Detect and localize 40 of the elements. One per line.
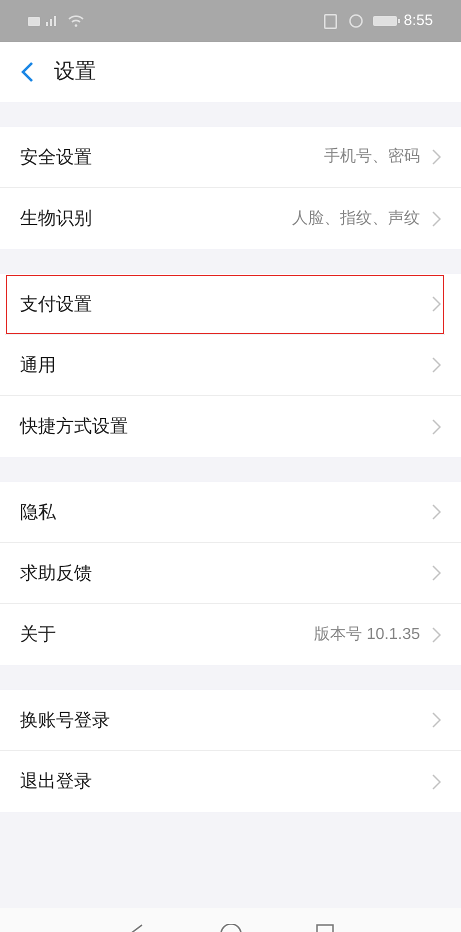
wifi-icon (68, 15, 84, 27)
status-time: 8:55 (404, 10, 433, 31)
chevron-right-icon (432, 357, 441, 373)
row-label: 生物识别 (20, 207, 92, 230)
chevron-right-icon (432, 504, 441, 520)
row-value: 手机号、密码 (324, 146, 420, 167)
row-label: 求助反馈 (20, 562, 92, 584)
chevron-right-icon (432, 565, 441, 581)
settings-row[interactable]: 快捷方式设置 (0, 396, 461, 457)
settings-row[interactable]: 通用 (0, 335, 461, 396)
settings-row[interactable]: 退出登录 (0, 751, 461, 812)
chevron-right-icon (432, 774, 441, 790)
chevron-right-icon (432, 712, 441, 728)
chevron-right-icon (432, 418, 441, 434)
settings-row[interactable]: 安全设置 手机号、密码 (0, 127, 461, 188)
signal-icon (46, 16, 56, 26)
chevron-right-icon (432, 149, 441, 165)
settings-row[interactable]: 支付设置 (5, 274, 445, 335)
row-label: 关于 (20, 623, 56, 646)
row-label: 通用 (20, 354, 56, 376)
settings-row[interactable]: 关于 版本号 10.1.35 (0, 604, 461, 665)
settings-row[interactable]: 求助反馈 (0, 543, 461, 604)
battery-icon (372, 16, 400, 26)
chevron-right-icon (432, 210, 441, 226)
row-label: 支付设置 (20, 292, 92, 316)
row-label: 安全设置 (20, 146, 92, 168)
row-label: 换账号登录 (20, 708, 110, 732)
recents-icon[interactable] (314, 924, 334, 932)
row-label: 快捷方式设置 (20, 415, 128, 438)
settings-row[interactable]: 换账号登录 (0, 690, 461, 751)
settings-row[interactable]: 隐私 (0, 482, 461, 543)
row-value: 版本号 10.1.35 (314, 624, 420, 644)
row-value: 人脸、指纹、声纹 (292, 208, 420, 228)
row-label: 退出登录 (20, 770, 92, 793)
chevron-right-icon (432, 296, 441, 312)
page-title: 设置 (54, 59, 96, 86)
chevron-right-icon (432, 626, 441, 642)
home-icon[interactable] (218, 924, 242, 932)
settings-row[interactable]: 生物识别 人脸、指纹、声纹 (0, 188, 461, 249)
row-label: 隐私 (20, 500, 56, 524)
